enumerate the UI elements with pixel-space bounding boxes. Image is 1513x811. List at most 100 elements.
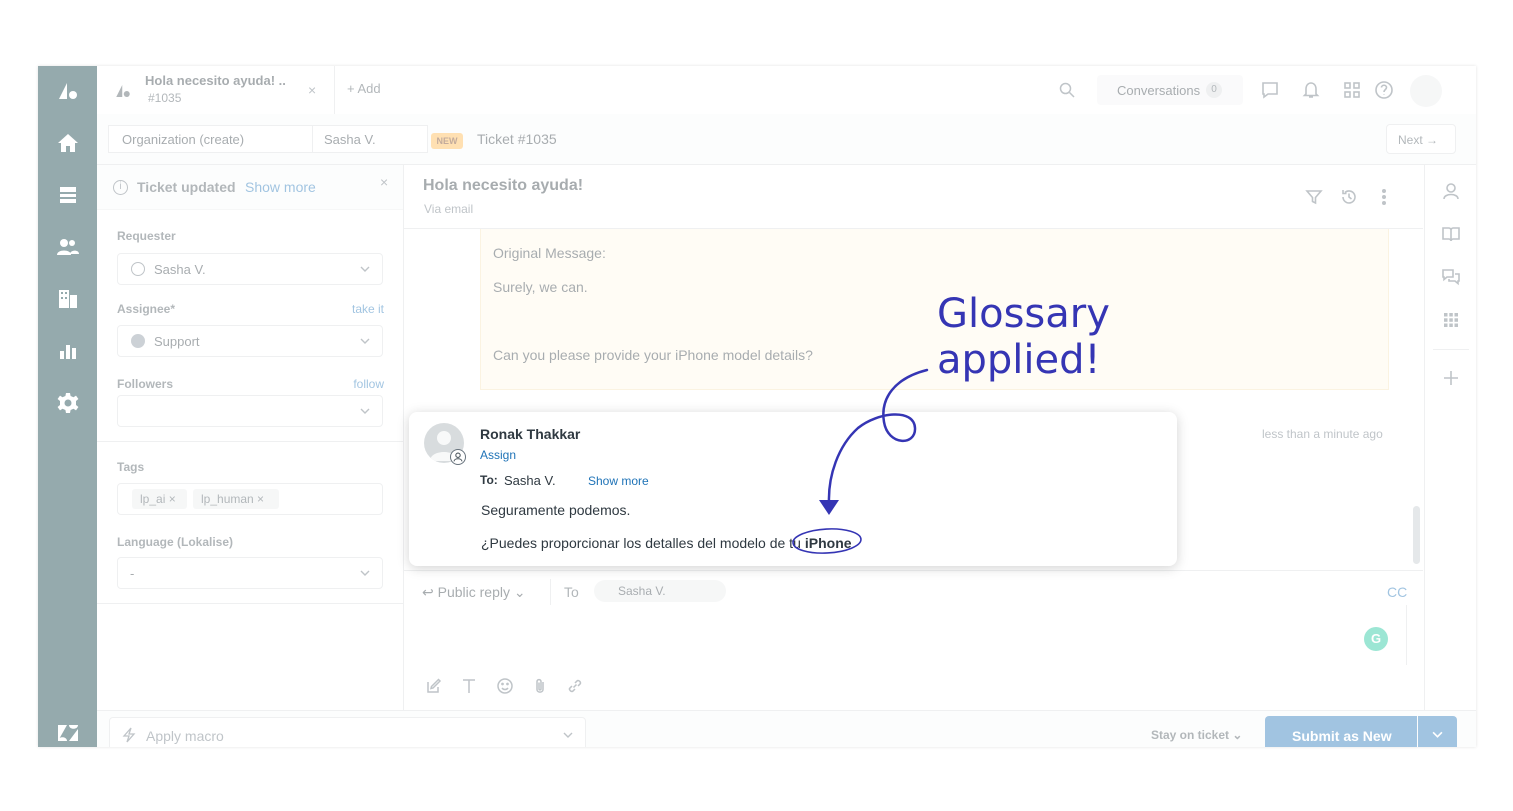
breadcrumb: Organization (create) Sasha V. NEW Ticke…: [97, 114, 1476, 165]
text-format-icon[interactable]: [460, 677, 478, 695]
tag-chip[interactable]: lp_ai ×: [132, 489, 187, 509]
ticket-tab[interactable]: Hola necesito ayuda! .. #1035 ×: [97, 66, 335, 114]
comment-timestamp: less than a minute ago: [1262, 427, 1383, 441]
main-navigation: [38, 66, 97, 747]
tab-close-icon[interactable]: ×: [308, 82, 316, 98]
quote-line: Can you please provide your iPhone model…: [493, 347, 813, 363]
compose-icon[interactable]: [425, 677, 443, 695]
knowledge-book-icon[interactable]: [1441, 224, 1461, 244]
original-message-quote: Original Message: Surely, we can. Can yo…: [480, 229, 1389, 390]
help-icon[interactable]: [1374, 80, 1394, 100]
glossary-annotation: Glossary applied!: [937, 291, 1110, 383]
attachment-icon[interactable]: [531, 677, 549, 695]
grammarly-icon[interactable]: G: [1364, 627, 1388, 651]
divider: [97, 603, 403, 604]
products-grid-icon[interactable]: [1342, 80, 1362, 100]
comment-body-line: ¿Puedes proporcionar los detalles del mo…: [481, 535, 852, 551]
cc-link[interactable]: CC: [1387, 584, 1407, 600]
next-ticket-button[interactable]: Next →: [1386, 124, 1456, 154]
follow-link[interactable]: follow: [353, 377, 384, 391]
more-options-icon[interactable]: [1374, 187, 1394, 207]
ticket-tab-icon: [116, 85, 130, 97]
submit-button[interactable]: Submit as New: [1265, 716, 1417, 747]
chevron-down-icon: [1432, 731, 1443, 738]
to-label: To: [564, 584, 579, 600]
group-icon: [131, 334, 145, 348]
comment-show-more-link[interactable]: Show more: [588, 474, 649, 488]
divider: [1406, 605, 1407, 665]
customers-icon[interactable]: [55, 234, 81, 260]
reporting-icon[interactable]: [55, 338, 81, 364]
language-label: Language (Lokalise): [117, 535, 234, 549]
tags-label: Tags: [117, 460, 145, 474]
translated-comment-card: Ronak Thakkar Assign To: Sasha V. Show m…: [409, 412, 1177, 566]
assignee-field[interactable]: Support: [117, 325, 383, 357]
recipient-chip[interactable]: Sasha V.: [594, 580, 726, 602]
ticket-channel: Via email: [424, 202, 474, 216]
submit-options-button[interactable]: [1418, 716, 1457, 747]
notice-show-more-link[interactable]: Show more: [245, 179, 316, 195]
notice-text: Ticket updated: [137, 179, 236, 195]
search-icon[interactable]: [1059, 82, 1075, 98]
user-avatar[interactable]: [1410, 75, 1442, 107]
reply-type-selector[interactable]: ↩ Public reply ⌄: [422, 584, 526, 601]
home-icon[interactable]: [55, 130, 81, 156]
conversations-count: 0: [1206, 82, 1222, 98]
organizations-icon[interactable]: [55, 286, 81, 312]
take-it-link[interactable]: take it: [352, 302, 384, 316]
requester-crumb[interactable]: Sasha V.: [312, 125, 428, 153]
notifications-bell-icon[interactable]: [1301, 80, 1321, 100]
organization-crumb[interactable]: Organization (create): [108, 125, 313, 153]
top-bar: Hola necesito ayuda! .. #1035 × + Add Co…: [97, 66, 1476, 115]
requester-field[interactable]: Sasha V.: [117, 253, 383, 285]
apps-icon[interactable]: [1441, 310, 1461, 330]
followers-field[interactable]: [117, 395, 383, 427]
assign-link[interactable]: Assign: [480, 448, 516, 462]
chevron-down-icon: [360, 570, 370, 576]
chat-icon[interactable]: [1260, 80, 1280, 100]
comment-recipient: Sasha V.: [504, 473, 556, 488]
ticket-updated-notice: i Ticket updated Show more ×: [97, 165, 403, 210]
emoji-icon[interactable]: [496, 677, 514, 695]
add-tab-button[interactable]: + Add: [347, 81, 381, 96]
link-icon[interactable]: [566, 677, 584, 695]
ticket-subject[interactable]: Hola necesito ayuda!: [423, 177, 583, 195]
comment-author[interactable]: Ronak Thakkar: [480, 426, 580, 442]
annotation-line: applied!: [937, 337, 1101, 383]
side-conversations-icon[interactable]: [1441, 267, 1461, 287]
glossary-term: iPhone: [804, 535, 852, 551]
comment-body-line: Seguramente podemos.: [481, 502, 631, 518]
conversation-scrollbar[interactable]: [1413, 506, 1420, 564]
ticket-crumb[interactable]: Ticket #1035: [477, 131, 557, 147]
apply-macro-select[interactable]: Apply macro: [109, 717, 586, 747]
chevron-down-icon: [360, 408, 370, 414]
conversations-label: Conversations: [1117, 83, 1201, 98]
user-icon: [131, 262, 145, 276]
context-panel-rail: [1424, 165, 1476, 710]
conversations-button[interactable]: Conversations 0: [1097, 75, 1243, 105]
notice-close-icon[interactable]: ×: [380, 174, 388, 190]
admin-gear-icon[interactable]: [55, 390, 81, 416]
info-icon: i: [113, 180, 128, 195]
filter-icon[interactable]: [1304, 187, 1324, 207]
user-profile-icon[interactable]: [1441, 181, 1461, 201]
tag-chip[interactable]: lp_human ×: [193, 489, 279, 509]
assignee-label: Assignee*: [117, 302, 176, 316]
ticket-properties-panel: i Ticket updated Show more × Requester S…: [97, 165, 404, 710]
macro-placeholder: Apply macro: [146, 728, 224, 744]
history-icon[interactable]: [1339, 187, 1359, 207]
tags-field[interactable]: lp_ai × lp_human ×: [117, 483, 383, 515]
new-status-badge: NEW: [431, 133, 463, 149]
requester-label: Requester: [117, 229, 176, 243]
quote-heading: Original Message:: [493, 245, 606, 261]
plus-icon[interactable]: [1441, 368, 1461, 388]
chevron-down-icon: [360, 266, 370, 272]
language-field[interactable]: -: [117, 557, 383, 589]
zendesk-logo-icon[interactable]: [55, 78, 81, 104]
chevron-down-icon: [360, 338, 370, 344]
views-icon[interactable]: [55, 182, 81, 208]
annotation-line: Glossary: [937, 291, 1110, 337]
followers-label: Followers: [117, 377, 174, 391]
stay-on-ticket-dropdown[interactable]: Stay on ticket ⌄: [1151, 728, 1242, 742]
tab-title: Hola necesito ayuda! ..: [145, 73, 286, 88]
